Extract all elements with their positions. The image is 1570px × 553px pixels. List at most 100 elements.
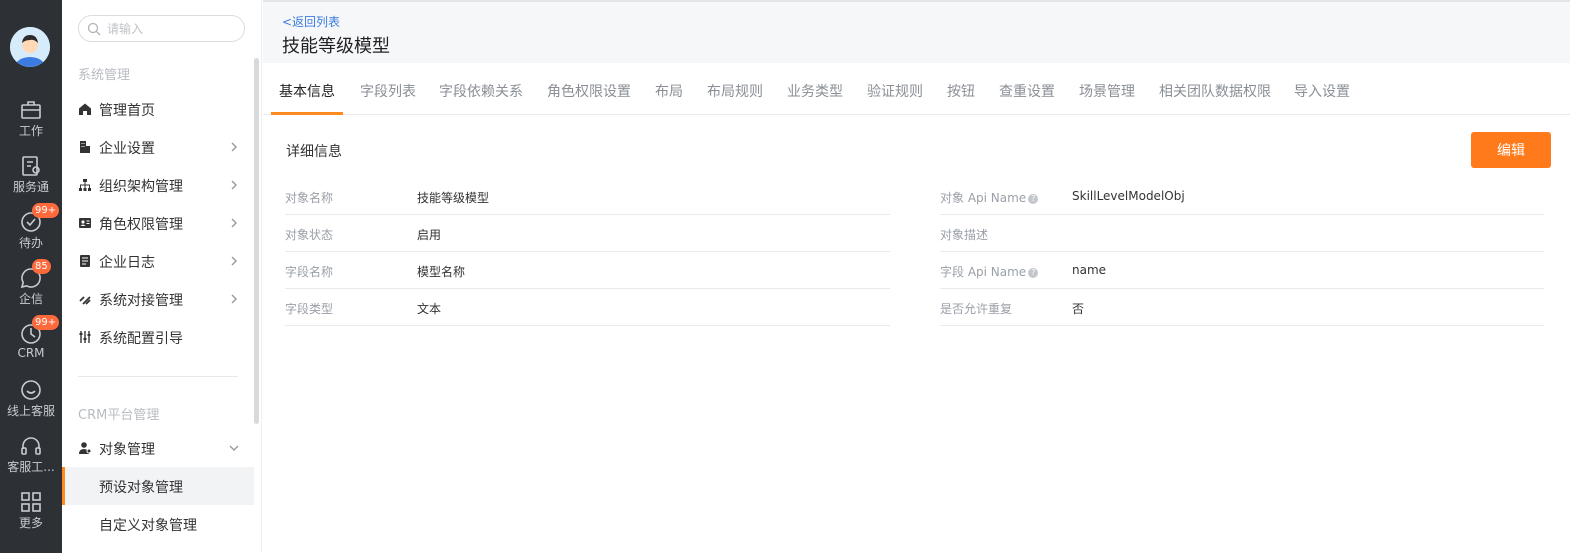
tab-buttons[interactable]: 按钮 <box>947 81 975 101</box>
chevron-down-icon <box>229 445 239 451</box>
tab-field-list[interactable]: 字段列表 <box>360 81 416 101</box>
search-input[interactable] <box>107 20 237 38</box>
field-row-field-api-name: 字段 Api Name? name <box>940 252 1544 289</box>
grid-icon <box>21 492 41 512</box>
field-label: 对象状态 <box>285 228 334 242</box>
sidebar-item-label: 对象管理 <box>99 442 155 458</box>
rail-item-more[interactable]: 更多 <box>0 490 62 546</box>
todo-badge: 99+ <box>32 203 60 218</box>
sidebar-scrollbar[interactable] <box>254 58 259 424</box>
sidebar-item-label: 组织架构管理 <box>99 179 183 195</box>
tab-scene-mgmt[interactable]: 场景管理 <box>1079 81 1135 101</box>
field-value: 模型名称 <box>417 265 466 279</box>
company-icon <box>80 141 90 153</box>
main-content: <返回列表 技能等级模型 基本信息 字段列表 字段依赖关系 角色权限设置 布局 … <box>263 0 1570 553</box>
rail-item-work[interactable]: 工作 <box>0 98 62 154</box>
settings-sliders-icon <box>79 331 91 343</box>
sidebar-subitem-label: 自定义对象管理 <box>99 518 197 534</box>
sidebar-item-role[interactable]: 角色权限管理 <box>62 204 254 242</box>
tab-field-dependency[interactable]: 字段依赖关系 <box>439 81 523 101</box>
chevron-right-icon <box>231 218 237 228</box>
message-badge: 85 <box>32 259 51 274</box>
sidebar-item-home[interactable]: 管理首页 <box>62 90 254 128</box>
briefcase-icon <box>21 101 41 119</box>
tab-layout[interactable]: 布局 <box>655 81 683 101</box>
back-to-list-link[interactable]: <返回列表 <box>282 13 340 30</box>
field-label: 对象名称 <box>285 191 334 205</box>
sidebar-item-log[interactable]: 企业日志 <box>62 242 254 280</box>
role-icon <box>79 218 91 228</box>
admin-sidebar: 系统管理 管理首页 企业设置 组织架构管理 角色权限管理 企业日志 <box>62 0 262 553</box>
rail-item-online-service[interactable]: 线上客服 <box>0 378 62 434</box>
avatar[interactable] <box>10 27 50 67</box>
sidebar-item-object-mgmt[interactable]: 对象管理 <box>62 429 254 467</box>
rail-label-crm: CRM <box>17 346 45 360</box>
object-tabs: 基本信息 字段列表 字段依赖关系 角色权限设置 布局 布局规则 业务类型 验证规… <box>263 63 1570 115</box>
rail-item-customer-service[interactable]: 客服工... <box>0 434 62 490</box>
chevron-right-icon <box>231 256 237 266</box>
rail-item-crm[interactable]: 99+ CRM <box>0 315 62 378</box>
sidebar-item-company[interactable]: 企业设置 <box>62 128 254 166</box>
tab-layout-rules[interactable]: 布局规则 <box>707 81 763 101</box>
section-title: 详细信息 <box>286 144 342 160</box>
home-icon <box>79 103 91 115</box>
sidebar-item-label: 系统配置引导 <box>99 331 183 347</box>
sidebar-item-org[interactable]: 组织架构管理 <box>62 166 254 204</box>
field-label: 是否允许重复 <box>940 302 1013 316</box>
tab-duplicate-check[interactable]: 查重设置 <box>999 81 1055 101</box>
rail-item-message[interactable]: 85 企信 <box>0 259 62 322</box>
rail-label-customer-service: 客服工... <box>7 460 55 474</box>
edit-button[interactable]: 编辑 <box>1471 132 1551 168</box>
page-title: 技能等级模型 <box>282 36 390 57</box>
rail-item-todo[interactable]: 99+ 待办 <box>0 203 62 266</box>
field-label: 字段 Api Name? <box>940 263 1039 280</box>
sidebar-search <box>78 15 245 42</box>
field-value: 启用 <box>417 228 442 242</box>
field-label: 字段名称 <box>285 265 334 279</box>
sidebar-item-label: 角色权限管理 <box>99 217 183 233</box>
tab-team-data-permission[interactable]: 相关团队数据权限 <box>1159 81 1271 101</box>
field-row-object-name: 对象名称 技能等级模型 <box>285 178 890 215</box>
help-icon[interactable]: ? <box>1028 194 1039 204</box>
sidebar-item-label: 系统对接管理 <box>99 293 183 309</box>
field-label-text: 对象 Api Name <box>940 191 1027 205</box>
group-title-system: 系统管理 <box>78 68 131 83</box>
active-tab-indicator <box>271 112 343 115</box>
rail-label-more: 更多 <box>18 516 43 530</box>
tab-validation-rules[interactable]: 验证规则 <box>867 81 923 101</box>
tab-role-permission[interactable]: 角色权限设置 <box>547 81 631 101</box>
field-label: 对象描述 <box>940 228 989 242</box>
field-value: SkillLevelModelObj <box>1072 189 1185 203</box>
sidebar-item-config-guide[interactable]: 系统配置引导 <box>62 318 254 356</box>
page-header: <返回列表 技能等级模型 <box>263 0 1570 63</box>
service-icon <box>22 156 40 176</box>
rail-label-work: 工作 <box>18 124 43 138</box>
search-icon <box>87 22 101 36</box>
sidebar-item-label: 企业设置 <box>99 141 155 157</box>
field-value: 否 <box>1072 302 1085 316</box>
field-row-field-type: 字段类型 文本 <box>285 289 890 326</box>
tab-business-type[interactable]: 业务类型 <box>787 81 843 101</box>
field-row-object-status: 对象状态 启用 <box>285 215 890 252</box>
headset-icon <box>21 437 41 455</box>
rail-item-service[interactable]: 服务通 <box>0 154 62 210</box>
chevron-right-icon <box>231 294 237 304</box>
field-row-field-name: 字段名称 模型名称 <box>285 252 890 289</box>
help-icon[interactable]: ? <box>1028 268 1039 278</box>
chevron-right-icon <box>231 142 237 152</box>
sidebar-subitem-label: 预设对象管理 <box>99 480 183 496</box>
field-row-object-description: 对象描述 <box>940 215 1544 252</box>
sidebar-item-integration[interactable]: 系统对接管理 <box>62 280 254 318</box>
sidebar-subitem-preset-objects[interactable]: 预设对象管理 <box>62 467 254 505</box>
link-icon <box>79 296 91 305</box>
sidebar-subitem-custom-objects[interactable]: 自定义对象管理 <box>62 505 254 543</box>
rail-label-todo: 待办 <box>18 236 43 250</box>
field-label-text: 字段 Api Name <box>940 265 1027 279</box>
object-user-icon <box>79 442 92 454</box>
tab-import-settings[interactable]: 导入设置 <box>1294 81 1350 101</box>
org-icon <box>79 179 91 191</box>
tab-basic-info[interactable]: 基本信息 <box>279 81 335 101</box>
chevron-right-icon <box>231 180 237 190</box>
sidebar-divider <box>78 376 238 377</box>
crm-badge: 99+ <box>32 315 60 330</box>
